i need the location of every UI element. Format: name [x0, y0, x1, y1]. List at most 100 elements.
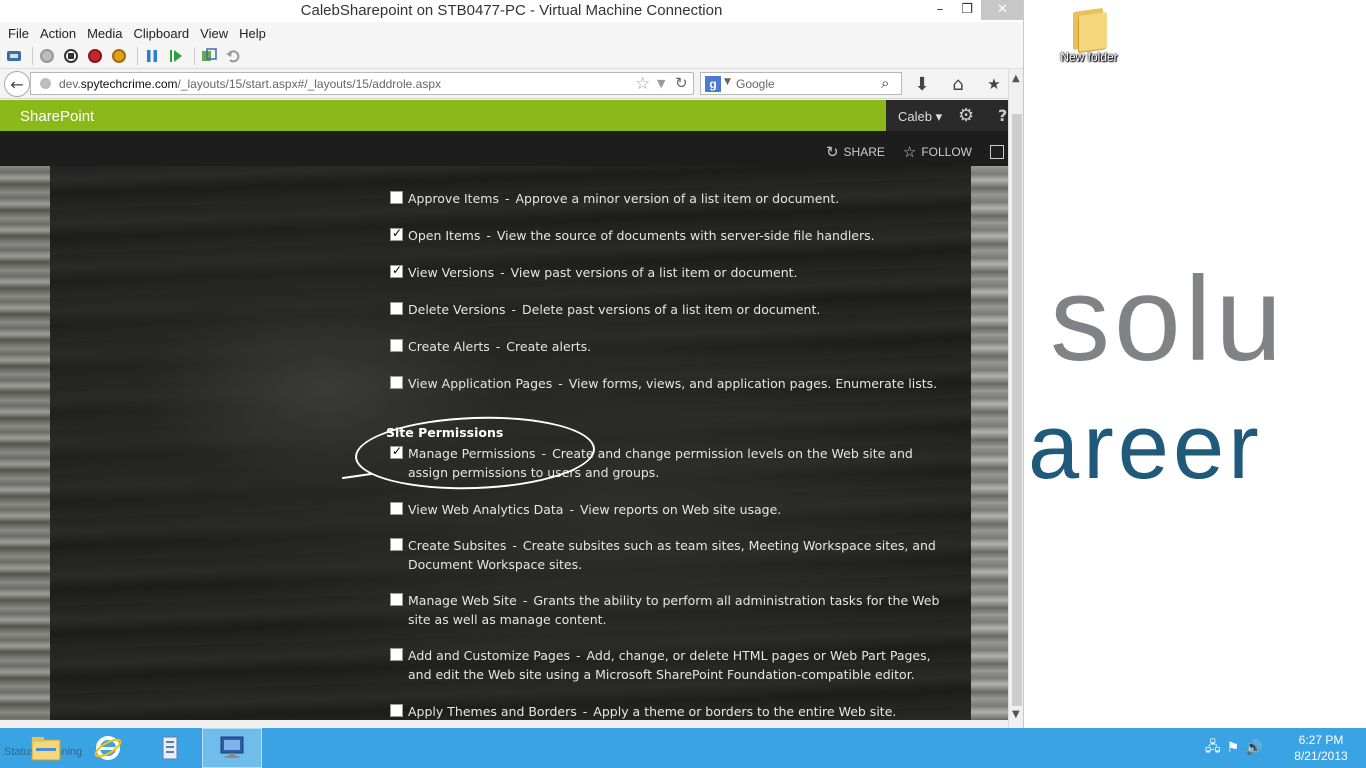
- help-icon[interactable]: ?: [998, 106, 1007, 125]
- scroll-up-icon[interactable]: ▲: [1012, 73, 1020, 84]
- menu-view[interactable]: View: [196, 26, 235, 41]
- bookmark-star-icon[interactable]: ☆: [635, 74, 650, 94]
- taskbar-vm-connection[interactable]: [202, 728, 262, 768]
- permission-text: Apply Themes and Borders - Apply a theme o…: [408, 704, 897, 719]
- volume-icon[interactable]: 🔊: [1245, 740, 1262, 756]
- taskbar-file-explorer[interactable]: [16, 728, 76, 768]
- permission-checkbox[interactable]: [390, 704, 403, 717]
- google-icon[interactable]: g: [705, 76, 721, 92]
- permission-checkbox[interactable]: [390, 191, 403, 204]
- ctrl-alt-del-icon[interactable]: [4, 46, 24, 66]
- page-actions: ↻ SHARE ☆ FOLLOW: [826, 143, 1008, 161]
- pause-icon[interactable]: [142, 46, 162, 66]
- vm-window: CalebSharepoint on STB0477-PC - Virtual …: [0, 0, 1024, 728]
- bookmarks-icon[interactable]: ★: [982, 72, 1006, 96]
- permission-checkbox[interactable]: [390, 376, 403, 389]
- search-engine-dropdown-icon[interactable]: ▼: [724, 77, 731, 87]
- share-button[interactable]: ↻ SHARE: [826, 143, 885, 161]
- network-icon[interactable]: 🖧: [1205, 736, 1221, 760]
- vm-status-bar: [0, 720, 1008, 728]
- follow-button[interactable]: ☆ FOLLOW: [903, 143, 972, 161]
- clock-date: 8/21/2013: [1294, 749, 1348, 763]
- shut-down-icon[interactable]: [85, 46, 105, 66]
- permission-row: Approve Items - Approve a minor version of…: [390, 189, 950, 208]
- internet-explorer-icon: [94, 736, 122, 760]
- permission-text: Manage Web Site - Grants the ability to pe…: [408, 593, 940, 627]
- scroll-down-icon[interactable]: ▼: [1012, 709, 1020, 720]
- taskbar-clock[interactable]: 6:27 PM 8/21/2013: [1286, 732, 1356, 764]
- maximize-button[interactable]: ❐: [955, 0, 979, 20]
- desktop-background: New folder solu areer: [1024, 0, 1366, 728]
- vm-connection-icon: [220, 736, 244, 758]
- share-label: SHARE: [843, 145, 885, 159]
- reload-icon[interactable]: ↻: [675, 74, 688, 92]
- menu-media[interactable]: Media: [83, 26, 129, 41]
- permission-checkbox[interactable]: [390, 593, 403, 606]
- desktop-folder[interactable]: New folder: [1054, 6, 1124, 64]
- permission-row: View Application Pages - View forms, views…: [390, 374, 950, 393]
- permission-text: Create Alerts - Create alerts.: [408, 339, 592, 354]
- globe-icon: [40, 78, 51, 89]
- url-dropdown-icon[interactable]: ▼: [657, 77, 665, 90]
- browser-toolbar: ← dev.spytechcrime.com/_layouts/15/start…: [0, 69, 1023, 99]
- server-manager-icon: [162, 736, 178, 760]
- file-explorer-icon: [31, 737, 61, 761]
- search-placeholder: Google: [736, 77, 775, 91]
- back-arrow-icon[interactable]: ←: [4, 71, 30, 97]
- permission-text: Open Items - View the source of documents …: [408, 228, 875, 243]
- download-icon[interactable]: ⬇: [910, 72, 934, 96]
- permission-checkbox[interactable]: [390, 263, 403, 278]
- permission-row: Create Alerts - Create alerts.: [390, 337, 950, 356]
- snapshot-icon[interactable]: [199, 46, 219, 66]
- clock-time: 6:27 PM: [1298, 733, 1344, 747]
- page-scrollbar[interactable]: ▲ ▼: [1008, 69, 1023, 728]
- turn-off-icon[interactable]: [61, 46, 81, 66]
- system-tray: 🖧 ⚑ 🔊: [1205, 728, 1269, 768]
- permission-checkbox[interactable]: [390, 648, 403, 661]
- permission-checkbox[interactable]: [390, 339, 403, 352]
- permission-checkbox[interactable]: [390, 226, 403, 241]
- vm-window-title: CalebSharepoint on STB0477-PC - Virtual …: [300, 2, 723, 19]
- search-icon[interactable]: ⌕: [881, 74, 889, 92]
- menu-clipboard[interactable]: Clipboard: [130, 26, 197, 41]
- permission-row: Create Subsites - Create subsites such as …: [390, 536, 950, 574]
- permission-checkbox[interactable]: [390, 502, 403, 515]
- save-state-icon[interactable]: [109, 46, 129, 66]
- wood-border-left: [0, 166, 50, 720]
- permission-text: View Versions - View past versions of a li…: [408, 265, 798, 280]
- wallpaper-text-2: areer: [1028, 396, 1263, 498]
- search-bar[interactable]: g ▼ Google ⌕: [700, 72, 902, 95]
- permission-row: Manage Web Site - Grants the ability to pe…: [390, 591, 950, 629]
- toolbar-separator: [137, 47, 138, 65]
- user-menu[interactable]: Caleb ▾: [898, 109, 942, 125]
- minimize-button[interactable]: –: [928, 0, 952, 20]
- close-button[interactable]: ✕: [981, 0, 1023, 20]
- permission-text: Delete Versions - Delete past versions of …: [408, 302, 821, 317]
- sharepoint-brand[interactable]: SharePoint: [20, 108, 94, 125]
- permission-checkbox[interactable]: [390, 302, 403, 315]
- url-bar[interactable]: dev.spytechcrime.com/_layouts/15/start.a…: [30, 72, 694, 95]
- permission-text: View Web Analytics Data - View reports on …: [408, 502, 782, 517]
- action-center-flag-icon[interactable]: ⚑: [1227, 740, 1240, 756]
- vm-titlebar[interactable]: CalebSharepoint on STB0477-PC - Virtual …: [0, 0, 1023, 22]
- desktop-folder-label: New folder: [1060, 50, 1118, 64]
- vm-menubar: File Action Media Clipboard View Help: [0, 22, 1023, 44]
- focus-content-icon[interactable]: [990, 145, 1004, 159]
- taskbar-internet-explorer[interactable]: [78, 728, 138, 768]
- home-icon[interactable]: ⌂: [946, 72, 970, 96]
- menu-file[interactable]: File: [4, 26, 36, 41]
- menu-help[interactable]: Help: [235, 26, 273, 41]
- start-icon[interactable]: [37, 46, 57, 66]
- resume-icon[interactable]: [166, 46, 186, 66]
- permission-checkbox[interactable]: [390, 538, 403, 551]
- menu-action[interactable]: Action: [36, 26, 83, 41]
- revert-icon[interactable]: [223, 46, 243, 66]
- permission-row: View Web Analytics Data - View reports on …: [390, 500, 950, 519]
- taskbar-app[interactable]: [140, 728, 200, 768]
- permission-text: Approve Items - Approve a minor version of…: [408, 191, 840, 206]
- scroll-thumb[interactable]: [1012, 114, 1022, 706]
- settings-gear-icon[interactable]: ⚙: [958, 105, 974, 126]
- permission-row: Add and Customize Pages - Add, change, or …: [390, 646, 950, 684]
- permission-text: Add and Customize Pages - Add, change, or …: [408, 648, 931, 682]
- permission-row: Delete Versions - Delete past versions of …: [390, 300, 950, 319]
